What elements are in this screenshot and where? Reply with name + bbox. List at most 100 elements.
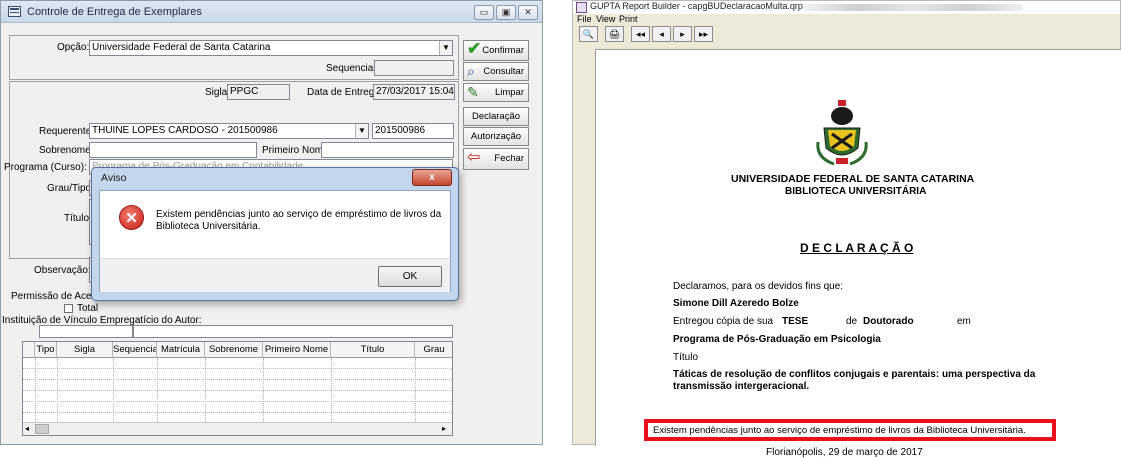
grid-line (331, 358, 332, 422)
grid-line (113, 358, 114, 422)
scroll-thumb[interactable] (35, 424, 49, 434)
table-row[interactable] (23, 402, 452, 413)
maximize-button[interactable]: ▣ (496, 5, 516, 20)
total-checkbox[interactable] (64, 304, 73, 313)
chevron-down-icon[interactable]: ▼ (355, 124, 368, 138)
table-row[interactable] (23, 380, 452, 391)
report-title-line1: Táticas de resolução de conflitos conjug… (673, 369, 1036, 380)
report-pendencia: Existem pendências junto ao serviço de e… (653, 425, 1026, 436)
menu-print[interactable]: Print (619, 14, 638, 24)
col-header-tipo[interactable]: Tipo (35, 342, 57, 358)
requerente-id-field[interactable]: 201500986 (372, 123, 454, 139)
scroll-left-icon[interactable]: ◂ (25, 424, 29, 433)
declaracao-label: Declaração (471, 111, 521, 122)
checkmark-icon: ✔ (467, 39, 482, 58)
ok-button[interactable]: OK (378, 266, 442, 287)
dialog-footer: OK (100, 258, 450, 292)
next-page-button[interactable]: ▸ (673, 26, 692, 42)
menu-view[interactable]: View (596, 14, 615, 24)
programa-label: Programa (Curso): (4, 162, 87, 173)
grid-line (415, 358, 416, 422)
blurred-title-area (803, 4, 1023, 11)
prev-page-button[interactable]: ◂ (652, 26, 671, 42)
col-header-primeiro-nome[interactable]: Primeiro Nome (263, 342, 331, 358)
sobrenome-label: Sobrenome: (39, 145, 94, 156)
report-place-date: Florianópolis, 29 de março de 2017 (766, 447, 923, 458)
dialog-title: Aviso (101, 172, 127, 184)
titulo-label: Título: (64, 213, 92, 224)
grid-line (263, 358, 264, 422)
dialog-message-line2: Biblioteca Universitária. (156, 221, 261, 232)
exemplares-grid[interactable]: Tipo Sigla Sequencial Matrícula Sobrenom… (22, 341, 453, 436)
sequencial-label: Sequencial: (326, 63, 379, 74)
dialog-message-line1: Existem pendências junto ao serviço de e… (156, 209, 442, 220)
horizontal-scrollbar[interactable]: ◂ ▸ (23, 422, 452, 435)
scroll-right-icon[interactable]: ▸ (442, 424, 446, 433)
fechar-button[interactable]: ⇦ Fechar (463, 148, 529, 170)
primeiro-nome-field[interactable] (321, 142, 454, 158)
confirmar-button[interactable]: ✔ Confirmar (463, 40, 529, 61)
chevron-down-icon[interactable]: ▼ (439, 41, 452, 55)
search-icon: ⌕ (467, 63, 475, 79)
window-titlebar: Controle de Entrega de Exemplares ▭ ▣ ✕ (1, 1, 542, 23)
minimize-button[interactable]: ▭ (474, 5, 494, 20)
print-button[interactable]: 🖨 (605, 26, 624, 42)
col-header-sigla[interactable]: Sigla (57, 342, 113, 358)
report-page: UNIVERSIDADE FEDERAL DE SANTA CATARINA B… (595, 49, 1121, 458)
col-header-matricula[interactable]: Matrícula (157, 342, 205, 358)
autorizacao-label: Autorização (470, 131, 522, 142)
col-header-titulo[interactable]: Título (331, 342, 415, 358)
col-header-grau[interactable]: Grau (415, 342, 452, 358)
table-row[interactable] (23, 358, 452, 369)
col-header-sequencial[interactable]: Sequencial (113, 342, 157, 358)
dialog-body: ✕ Existem pendências junto ao serviço de… (99, 190, 451, 292)
consultar-button[interactable]: ⌕ Consultar (463, 62, 529, 81)
instituicao-name-field[interactable] (133, 325, 453, 338)
opcao-value: Universidade Federal de Santa Catarina (92, 42, 271, 53)
table-row[interactable] (23, 391, 452, 402)
report-name: Simone Dill Azeredo Bolze (673, 298, 799, 309)
grid-line (205, 358, 206, 422)
declaracao-button[interactable]: Declaração (463, 107, 529, 126)
confirmar-label: Confirmar (482, 45, 524, 56)
report-app-icon (576, 2, 587, 13)
sequencial-field[interactable] (374, 60, 454, 76)
broom-icon: ✎ (467, 84, 479, 100)
limpar-button[interactable]: ✎ Limpar (463, 83, 529, 102)
report-de: de (846, 316, 858, 327)
dialog-close-button[interactable]: x (412, 169, 452, 186)
limpar-label: Limpar (494, 87, 524, 98)
requerente-select[interactable]: THUINE LOPES CARDOSO - 201500986 ▼ (89, 123, 369, 139)
opcao-label: Opção: (57, 42, 90, 53)
menu-file[interactable]: File (577, 14, 592, 24)
col-header-sobrenome[interactable]: Sobrenome (205, 342, 263, 358)
app-icon (8, 6, 21, 17)
report-university: UNIVERSIDADE FEDERAL DE SANTA CATARINA (731, 173, 975, 185)
aviso-dialog: Aviso x ✕ Existem pendências junto ao se… (91, 167, 459, 301)
report-builder-window: GUPTA Report Builder - capgBUDeclaracaoM… (572, 0, 1121, 458)
data-entrega-label: Data de Entrega: (307, 87, 383, 98)
total-label: Total (77, 303, 99, 314)
report-library: BIBLIOTECA UNIVERSITÁRIA (785, 186, 927, 197)
last-page-button[interactable]: ▸▸ (694, 26, 713, 42)
grau-tipo-label: Grau/Tipo: (47, 183, 94, 194)
report-program: Programa de Pós-Graduação em Psicologia (673, 334, 881, 345)
instituicao-code-field[interactable] (39, 325, 133, 338)
autorizacao-button[interactable]: Autorização (463, 127, 529, 146)
fechar-label: Fechar (494, 153, 524, 164)
opcao-select[interactable]: Universidade Federal de Santa Catarina ▼ (89, 40, 453, 56)
close-button[interactable]: ✕ (518, 5, 538, 20)
grid-corner (23, 342, 35, 358)
window-title: Controle de Entrega de Exemplares (27, 6, 202, 18)
table-row[interactable] (23, 369, 452, 380)
sobrenome-field[interactable] (89, 142, 257, 158)
observacao-label: Observação: (34, 265, 91, 276)
report-window-title: GUPTA Report Builder - capgBUDeclaracaoM… (590, 1, 803, 11)
sigla-field[interactable]: PPGC (227, 84, 290, 100)
grid-line (35, 358, 36, 422)
report-em: em (957, 316, 971, 327)
data-entrega-field[interactable]: 27/03/2017 15:04 (373, 84, 455, 100)
first-page-button[interactable]: ◂◂ (631, 26, 650, 42)
report-titlebar: GUPTA Report Builder - capgBUDeclaracaoM… (573, 1, 1120, 14)
preview-zoom-button[interactable]: 🔍 (579, 26, 598, 42)
